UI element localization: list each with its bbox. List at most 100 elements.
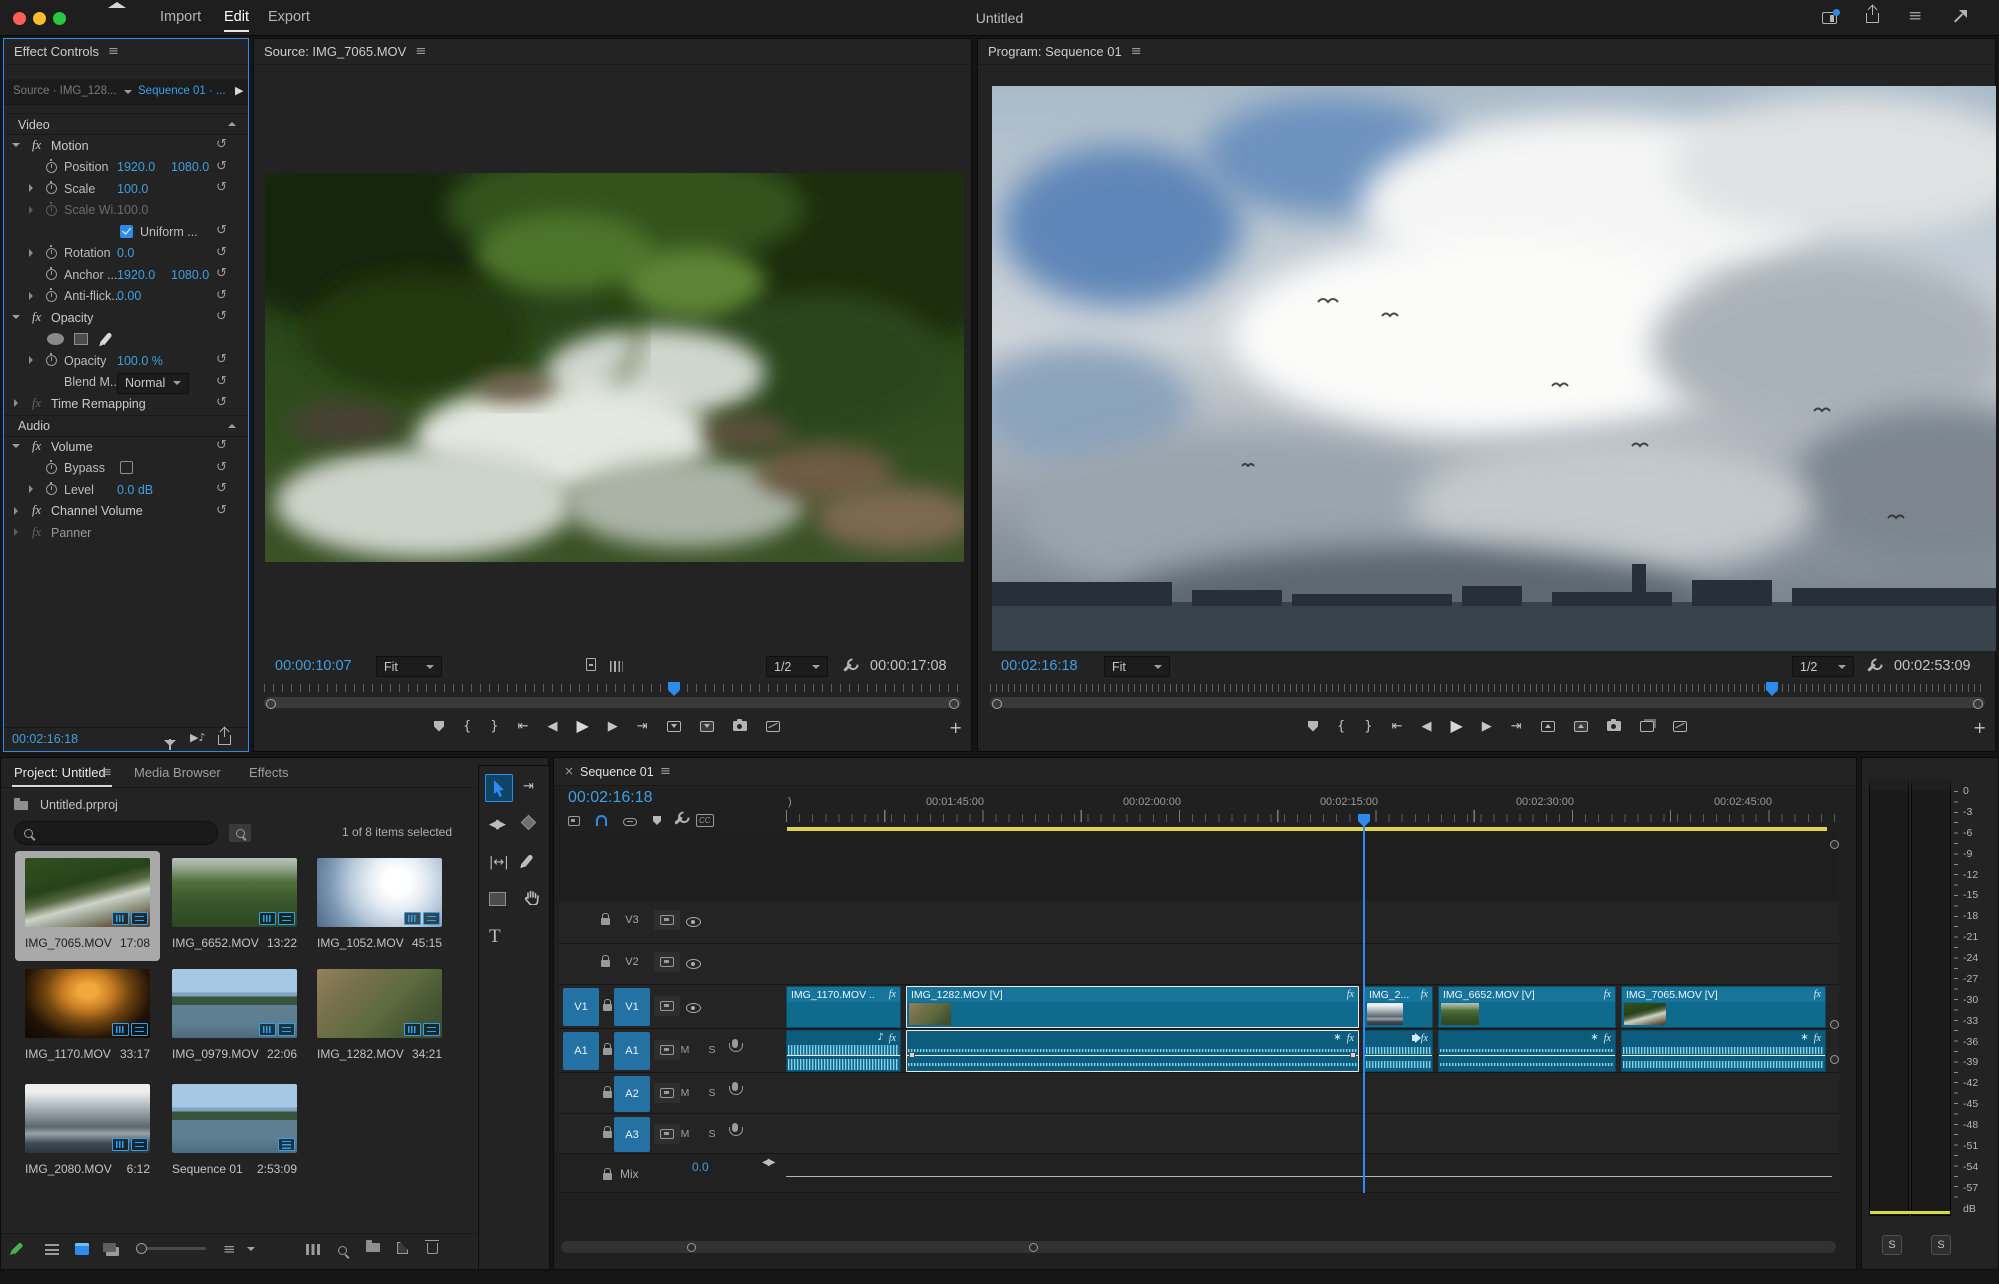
clip-video-img1282[interactable]: IMG_1282.MOV [V] fx [906, 986, 1359, 1028]
sequence-badge-icon[interactable] [278, 1138, 295, 1151]
add-marker-icon[interactable] [653, 816, 661, 825]
audio-badge-icon[interactable] [131, 912, 148, 925]
track-a1-mute[interactable]: M [677, 1044, 693, 1056]
panel-menu-icon[interactable]: ≡ [415, 45, 426, 58]
find-button[interactable] [338, 1243, 347, 1258]
video-section-header[interactable]: Video [4, 113, 248, 135]
track-a2-row[interactable] [559, 1073, 1839, 1114]
reset-icon[interactable]: ↺ [216, 352, 227, 367]
project-item-label[interactable]: IMG_7065.MOV 17:08 [25, 936, 150, 950]
audio-waveform-button[interactable] [610, 660, 623, 675]
playhead-timecode[interactable]: 00:02:16:18 [12, 732, 78, 746]
position-y-value[interactable]: 1080.0 [171, 160, 209, 174]
volume-band[interactable] [907, 1055, 1358, 1057]
track-v3-target[interactable]: V3 [614, 910, 650, 930]
track-a3-voiceover[interactable] [729, 1123, 743, 1138]
track-v1-lock[interactable] [603, 999, 612, 1014]
add-marker-icon[interactable] [1308, 720, 1318, 732]
keyframe-handle[interactable] [909, 1052, 915, 1058]
mix-level-value[interactable]: 0.0 [692, 1160, 709, 1174]
level-value[interactable]: 0.0 dB [117, 483, 153, 497]
program-playhead[interactable] [1766, 682, 1778, 696]
goto-in-button[interactable]: ⇤ [1392, 720, 1403, 733]
clip-audio-img1282[interactable]: ∗ fx [906, 1030, 1359, 1072]
volume-band[interactable] [1439, 1055, 1615, 1057]
twirl-closed-icon[interactable] [29, 184, 33, 192]
timeline-settings-icon[interactable] [674, 816, 683, 825]
pen-mask-icon[interactable] [100, 331, 113, 345]
project-file-row[interactable]: Untitled.prproj [14, 796, 118, 814]
zoom-scroll-handle-left[interactable] [687, 1242, 696, 1252]
antiflicker-value[interactable]: 0.00 [117, 289, 141, 303]
twirl-closed-icon[interactable] [29, 485, 33, 493]
panel-menu-icon[interactable]: ≡ [1131, 45, 1142, 58]
settings-button[interactable] [843, 660, 852, 675]
reset-icon[interactable]: ↺ [216, 180, 227, 195]
fullscreen-button[interactable] [1952, 10, 1967, 27]
program-timecode[interactable]: 00:02:16:18 [1001, 658, 1078, 674]
track-v2-synclock[interactable] [654, 952, 680, 972]
clip-video-img7065[interactable]: IMG_7065.MOV [V] fx [1621, 986, 1826, 1028]
quick-export-button[interactable] [1866, 6, 1879, 26]
scroll-handle[interactable] [1830, 1055, 1839, 1064]
project-item-label[interactable]: IMG_6652.MOV 13:22 [172, 936, 297, 950]
volume-band[interactable] [787, 1055, 900, 1057]
add-marker-icon[interactable] [434, 720, 444, 732]
track-a3-target[interactable]: A3 [614, 1117, 650, 1152]
tab-project[interactable]: Project: Untitled [14, 765, 106, 780]
clip-video-img1170[interactable]: IMG_1170.MOV .. fx [786, 986, 901, 1028]
workspaces-button[interactable] [1822, 9, 1840, 27]
reset-icon[interactable]: ↺ [216, 460, 227, 475]
insert-icon[interactable] [666, 720, 681, 732]
scale-value[interactable]: 100.0 [117, 182, 148, 196]
mark-out-button[interactable]: } [490, 720, 498, 733]
reset-icon[interactable]: ↺ [216, 309, 227, 324]
stopwatch-icon[interactable] [46, 159, 57, 173]
ellipse-mask-icon[interactable] [47, 332, 64, 345]
program-scrubber-bar[interactable] [990, 697, 1985, 709]
effect-channel-volume-row[interactable]: fx Channel Volume ↺ [4, 501, 248, 523]
zoom-scroll-handle-right[interactable] [1029, 1242, 1038, 1252]
ripple-edit-tool[interactable]: ◀▶ [489, 818, 506, 831]
track-a2-voiceover[interactable] [729, 1082, 743, 1097]
pen-tool[interactable] [521, 853, 534, 870]
solo-right-button[interactable]: S [1931, 1235, 1951, 1255]
track-a1-voiceover[interactable] [729, 1039, 743, 1054]
comparison-view-icon[interactable] [765, 720, 780, 732]
effect-opacity-row[interactable]: fx Opacity ↺ [4, 307, 248, 329]
volume-band[interactable] [1365, 1055, 1432, 1057]
extract-icon[interactable] [1573, 720, 1588, 732]
audio-badge-icon[interactable] [278, 912, 295, 925]
nav-edit[interactable]: Edit [224, 9, 249, 32]
project-item-thumbnail[interactable] [25, 858, 150, 927]
collapse-section-icon[interactable] [228, 122, 236, 126]
track-select-tool[interactable]: ⇥ [523, 780, 534, 793]
reset-icon[interactable]: ↺ [216, 288, 227, 303]
automate-to-sequence-button[interactable] [306, 1243, 320, 1258]
audio-badge-icon[interactable] [278, 1023, 295, 1036]
tab-source-clip[interactable]: Source · IMG_128... [13, 85, 117, 97]
anchor-y-value[interactable]: 1080.0 [171, 268, 209, 282]
project-item-label[interactable]: IMG_0979.MOV 22:06 [172, 1047, 297, 1061]
play-button[interactable]: ▶ [576, 718, 588, 734]
list-view-button[interactable] [45, 1243, 59, 1258]
effect-volume-row[interactable]: fx Volume ↺ [4, 436, 248, 458]
audio-badge-icon[interactable] [131, 1138, 148, 1151]
search-input[interactable] [14, 821, 218, 845]
multi-view-icon[interactable] [1639, 720, 1654, 732]
clip-audio-img6652[interactable]: ∗ fx [1438, 1030, 1616, 1072]
mark-in-button[interactable]: { [1337, 720, 1345, 733]
project-item-label[interactable]: IMG_1052.MOV 45:15 [317, 936, 442, 950]
play-button[interactable]: ▶ [1450, 718, 1462, 734]
twirl-open-icon[interactable] [12, 444, 20, 448]
track-a1-target[interactable]: A1 [614, 1032, 650, 1070]
clip-video-img2080[interactable]: IMG_2... fx [1364, 986, 1433, 1028]
linked-selection-icon[interactable] [623, 818, 637, 826]
timeline-zoom-scrollbar[interactable] [561, 1241, 1836, 1253]
track-a3-solo[interactable]: S [704, 1128, 720, 1140]
mix-rubber-band[interactable] [786, 1176, 1832, 1178]
goto-in-button[interactable]: ⇤ [518, 720, 529, 733]
goto-out-button[interactable]: ⇥ [637, 720, 648, 733]
zoom-scroll-thumb[interactable] [697, 1241, 1033, 1253]
effect-panner-row[interactable]: fx Panner [4, 522, 248, 544]
